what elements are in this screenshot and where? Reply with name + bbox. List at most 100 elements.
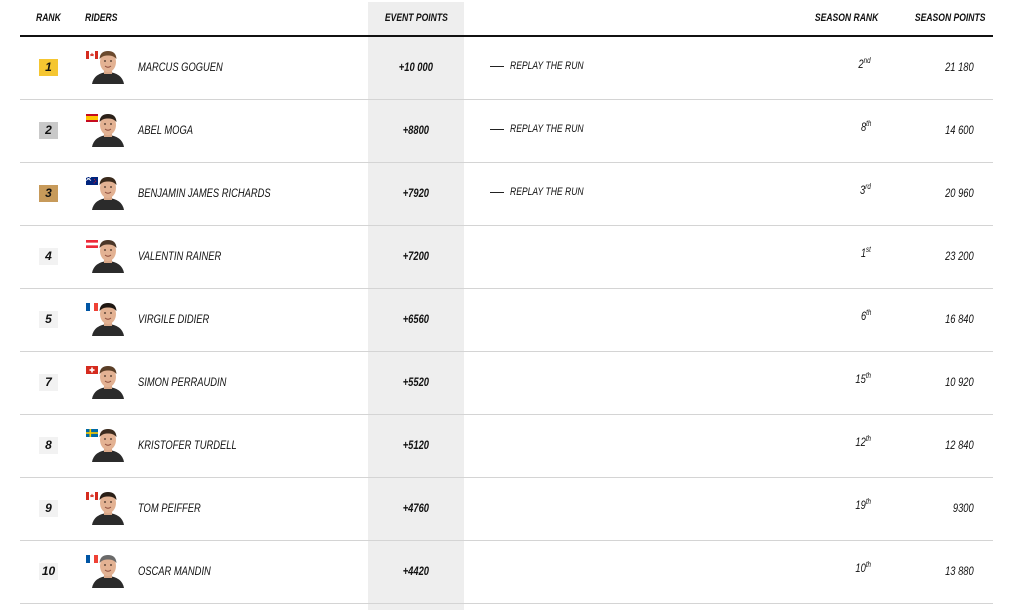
ordinal-suffix: th — [865, 560, 871, 569]
season-points-value: 14 600 — [945, 123, 974, 137]
ordinal-suffix: nd — [864, 56, 871, 65]
rider-avatar[interactable] — [86, 427, 130, 462]
rider-name[interactable]: SIMON PERRAUDIN — [138, 375, 251, 389]
table-row: 8 KRISTOFER TURDELL +5120 12th 12 840 — [20, 414, 993, 478]
season-points-value: 9300 — [953, 501, 974, 515]
replay-the-run-link[interactable]: REPLAY THE RUN — [490, 123, 604, 135]
season-rank-value: 2nd — [858, 56, 871, 71]
event-points-value: +4760 — [402, 501, 430, 515]
rider-name[interactable]: ABEL MOGA — [138, 123, 208, 137]
table-row: 10 OSCAR MANDIN +4420 10th 13 880 — [20, 540, 993, 604]
austria-flag-icon — [86, 240, 98, 248]
rider-avatar[interactable] — [86, 238, 130, 273]
france-flag-icon — [86, 555, 98, 563]
season-points-value: 21 180 — [945, 60, 974, 74]
rider-avatar[interactable] — [86, 490, 130, 525]
event-points-value: +6560 — [402, 312, 430, 326]
rider-portrait — [86, 238, 130, 273]
rider-avatar[interactable] — [86, 301, 130, 336]
header-rank: RANK — [36, 12, 61, 24]
header-season-points: SEASON POINTS — [914, 12, 985, 24]
ordinal-suffix: th — [865, 371, 871, 380]
rank-badge-bronze: 3 — [39, 185, 58, 202]
rank-badge: 8 — [39, 437, 58, 454]
rider-avatar[interactable] — [86, 364, 130, 399]
rider-name[interactable]: KRISTOFER TURDELL — [138, 438, 264, 452]
rider-portrait — [86, 364, 130, 399]
event-points-value: +7920 — [402, 186, 430, 200]
canada-flag-icon — [86, 492, 98, 500]
rank-badge: 4 — [39, 248, 58, 265]
rider-portrait — [86, 301, 130, 336]
event-points-value: +4420 — [402, 564, 430, 578]
ordinal-suffix: th — [865, 434, 871, 443]
rider-avatar[interactable] — [86, 175, 130, 210]
rider-name[interactable]: VIRGILE DIDIER — [138, 312, 229, 326]
ordinal-suffix: th — [865, 119, 871, 128]
switzerland-flag-icon — [86, 366, 98, 374]
ordinal-suffix: th — [865, 308, 871, 317]
rider-name[interactable]: BENJAMIN JAMES RICHARDS — [138, 186, 308, 200]
new-zealand-flag-icon — [86, 177, 98, 185]
rider-avatar[interactable] — [86, 553, 130, 588]
rider-portrait — [86, 553, 130, 588]
rank-badge: 5 — [39, 311, 58, 328]
rank-badge-silver: 2 — [39, 122, 58, 139]
dash-icon — [490, 191, 504, 193]
season-rank-value: 6th — [860, 308, 871, 323]
season-rank-value: 10th — [855, 560, 871, 575]
table-header: RANK RIDERS EVENT POINTS SEASON RANK SEA… — [20, 0, 993, 37]
season-rank-value: 19th — [855, 497, 871, 512]
replay-the-run-link[interactable]: REPLAY THE RUN — [490, 60, 604, 72]
dash-icon — [490, 128, 504, 130]
dash-icon — [490, 65, 504, 67]
season-rank-value: 15th — [855, 371, 871, 386]
season-rank-value: 8th — [860, 119, 871, 134]
rider-avatar[interactable] — [86, 112, 130, 147]
spain-flag-icon — [86, 114, 98, 122]
event-points-value: +8800 — [402, 123, 430, 137]
event-points-value: +7200 — [402, 249, 430, 263]
season-points-value: 20 960 — [945, 186, 974, 200]
rider-name[interactable]: VALENTIN RAINER — [138, 249, 245, 263]
rider-avatar[interactable] — [86, 49, 130, 84]
results-table: RANK RIDERS EVENT POINTS SEASON RANK SEA… — [20, 0, 993, 610]
rider-name[interactable]: MARCUS GOGUEN — [138, 60, 247, 74]
table-row: 7 SIMON PERRAUDIN +5520 15th 10 920 — [20, 351, 993, 415]
replay-the-run-link[interactable]: REPLAY THE RUN — [490, 186, 604, 198]
season-points-value: 10 920 — [945, 375, 974, 389]
table-row: 9 TOM PEIFFER +4760 19th 9300 — [20, 477, 993, 541]
table-row: 3 BENJAMIN JAMES RICHARDS +7920 REPLAY THE … — [20, 162, 993, 226]
header-riders: RIDERS — [85, 12, 118, 24]
rider-portrait — [86, 175, 130, 210]
ordinal-suffix: th — [865, 497, 871, 506]
rank-badge-gold: 1 — [39, 59, 58, 76]
season-points-value: 16 840 — [945, 312, 974, 326]
table-row: 5 VIRGILE DIDIER +6560 6th 16 840 — [20, 288, 993, 352]
season-rank-value: 1st — [860, 245, 871, 260]
rider-name[interactable]: OSCAR MANDIN — [138, 564, 231, 578]
season-points-value: 13 880 — [945, 564, 974, 578]
event-points-value: +5120 — [402, 438, 430, 452]
france-flag-icon — [86, 303, 98, 311]
rider-name[interactable]: TOM PEIFFER — [138, 501, 218, 515]
header-event-points: EVENT POINTS — [384, 12, 448, 24]
rider-portrait — [86, 112, 130, 147]
rider-portrait — [86, 427, 130, 462]
sweden-flag-icon — [86, 429, 98, 437]
rider-portrait — [86, 490, 130, 525]
season-rank-value: 12th — [855, 434, 871, 449]
rank-badge: 7 — [39, 374, 58, 391]
rider-portrait — [86, 49, 130, 84]
event-points-value: +10 000 — [398, 60, 434, 74]
rank-badge: 10 — [39, 563, 58, 580]
ordinal-suffix: st — [866, 245, 871, 254]
season-rank-value: 3rd — [860, 182, 871, 197]
season-points-value: 23 200 — [945, 249, 974, 263]
rank-badge: 9 — [39, 500, 58, 517]
table-row: 1 MARCUS GOGUEN +10 000 REPLAY THE RUN 2nd 21… — [20, 36, 993, 100]
table-row: 2 ABEL MOGA +8800 REPLAY THE RUN 8th 14 600 — [20, 99, 993, 163]
header-season-rank: SEASON RANK — [814, 12, 878, 24]
table-row: 4 VALENTIN RAINER +7200 1st 23 200 — [20, 225, 993, 289]
ordinal-suffix: rd — [865, 182, 871, 191]
